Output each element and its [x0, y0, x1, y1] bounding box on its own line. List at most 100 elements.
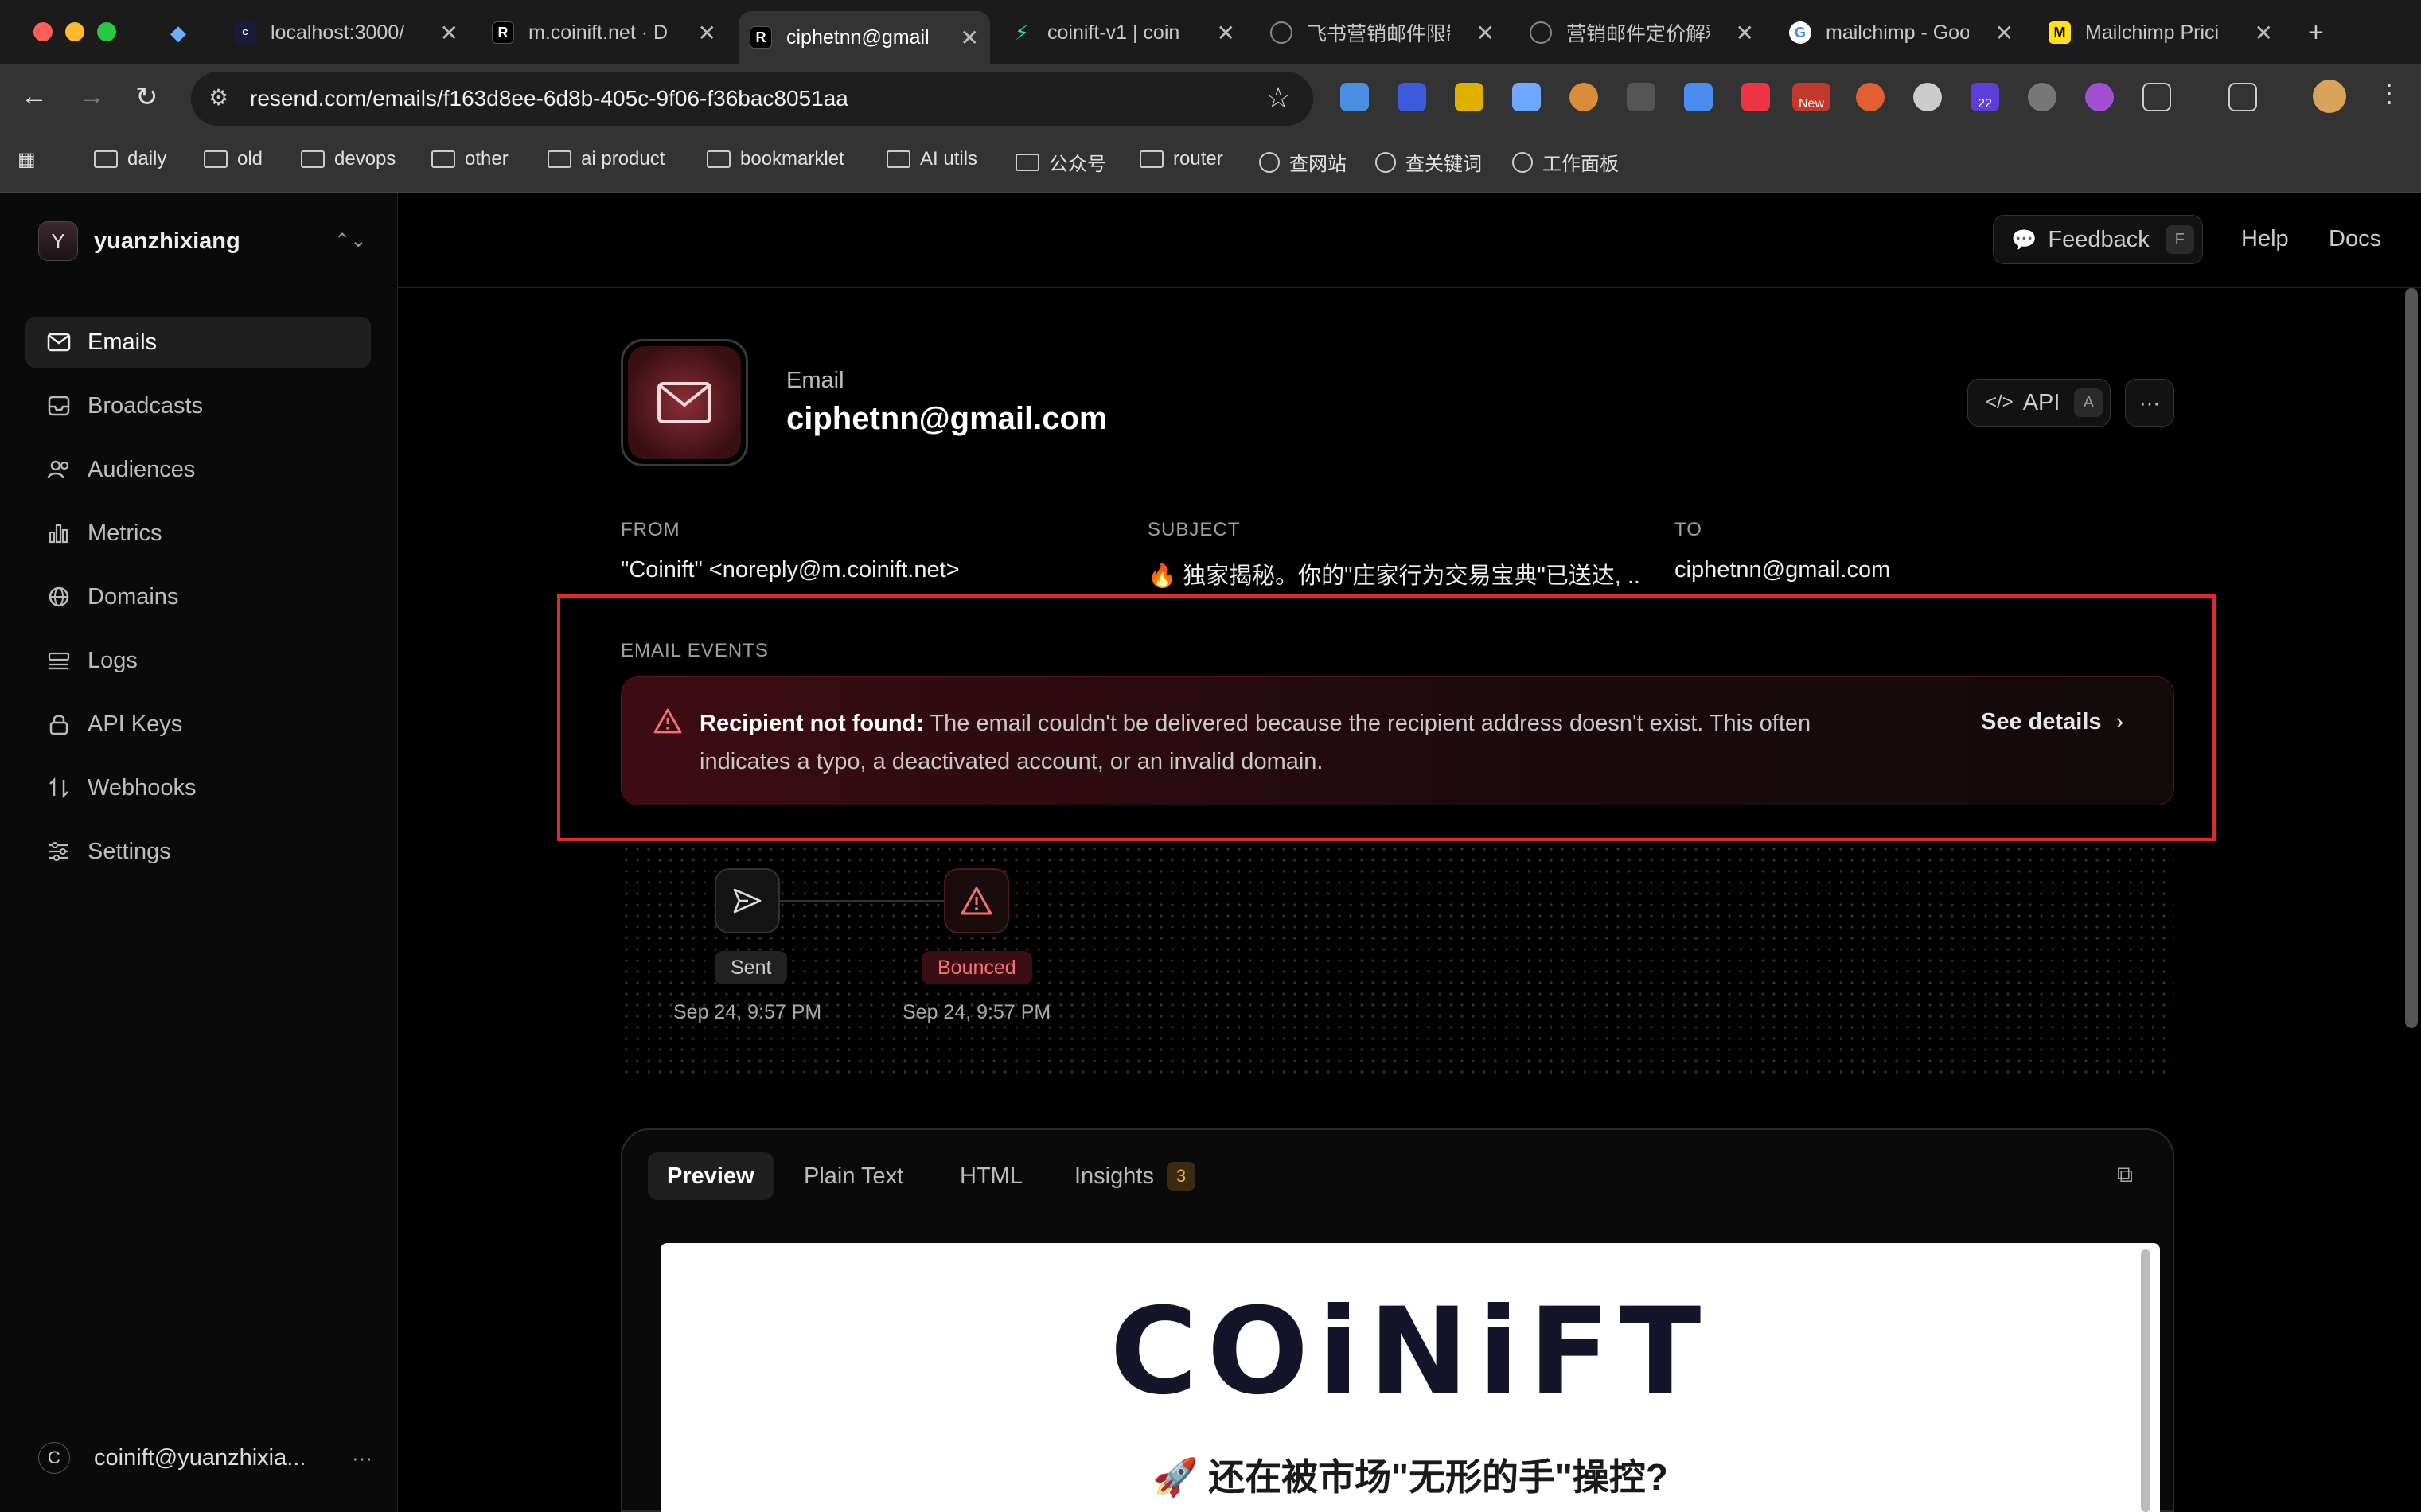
- extension-counter-badge[interactable]: 22: [1971, 83, 1999, 111]
- browser-tab[interactable]: ⚡ coinift-v1 | coin ✕: [1000, 11, 1246, 54]
- minimize-window-button[interactable]: [65, 22, 84, 41]
- sidebar-item-logs[interactable]: Logs: [25, 635, 371, 686]
- to-label: TO: [1674, 519, 1702, 540]
- bookmark-star-icon[interactable]: ☆: [1265, 81, 1291, 115]
- tab-insights[interactable]: Insights 3: [1055, 1152, 1214, 1200]
- close-tab-icon[interactable]: ✕: [1725, 20, 1754, 46]
- bookmark-folder[interactable]: bookmarklet: [707, 148, 844, 170]
- extension-t-icon[interactable]: [1741, 83, 1770, 111]
- account-menu[interactable]: C coinift@yuanzhixia... ···: [38, 1442, 372, 1474]
- chevron-up-down-icon[interactable]: ⌃⌄: [334, 229, 366, 252]
- browser-tab[interactable]: G mailchimp - Goo ✕: [1778, 11, 2025, 54]
- sidebar-item-api-keys[interactable]: API Keys: [25, 699, 371, 750]
- copy-icon[interactable]: ⧉: [2117, 1162, 2133, 1188]
- subject-label: SUBJECT: [1148, 519, 1241, 540]
- sidebar-item-domains[interactable]: Domains: [25, 571, 371, 622]
- browser-tab[interactable]: ◆: [156, 11, 212, 54]
- bookmark-folder[interactable]: daily: [94, 148, 166, 170]
- tab-html[interactable]: HTML: [941, 1152, 1042, 1200]
- sidebar-item-webhooks[interactable]: Webhooks: [25, 762, 371, 813]
- extension-cookie-icon[interactable]: [1569, 83, 1598, 111]
- browser-tab[interactable]: 营销邮件定价解释 ✕: [1518, 11, 1765, 54]
- sidebar-item-broadcasts[interactable]: Broadcasts: [25, 380, 371, 431]
- browser-tab[interactable]: C localhost:3000/ ✕: [223, 11, 470, 54]
- close-tab-icon[interactable]: ✕: [1465, 20, 1495, 46]
- forward-icon[interactable]: →: [78, 81, 105, 112]
- sidebar-item-settings[interactable]: Settings: [25, 826, 371, 877]
- sent-event-node[interactable]: [715, 868, 780, 933]
- close-tab-icon[interactable]: ✕: [949, 25, 979, 51]
- see-details-link[interactable]: See details ›: [1981, 709, 2123, 735]
- api-button[interactable]: </> API A: [1967, 379, 2111, 427]
- close-tab-icon[interactable]: ✕: [1984, 20, 2014, 46]
- browser-menu-icon[interactable]: ⋮: [2376, 78, 2402, 108]
- bookmark-folder[interactable]: devops: [301, 148, 396, 170]
- bookmark-folder[interactable]: old: [204, 148, 263, 170]
- tab-preview[interactable]: Preview: [648, 1152, 774, 1200]
- bookmark-folder[interactable]: AI utils: [887, 148, 977, 170]
- extensions-puzzle-icon[interactable]: [2142, 83, 2171, 111]
- docs-link[interactable]: Docs: [2329, 226, 2381, 252]
- close-tab-icon[interactable]: ✕: [429, 20, 458, 46]
- sidebar-item-metrics[interactable]: Metrics: [25, 508, 371, 559]
- extension-tdk-icon[interactable]: [1398, 83, 1426, 111]
- browser-tab-active[interactable]: R ciphetnn@gmail ✕: [739, 11, 990, 64]
- more-actions-button[interactable]: ···: [2125, 379, 2174, 427]
- extension-hand-icon[interactable]: [2028, 83, 2056, 111]
- reload-icon[interactable]: ↻: [135, 81, 158, 113]
- maximize-window-button[interactable]: [97, 22, 116, 41]
- extension-file-icon[interactable]: [1684, 83, 1713, 111]
- status-badge: Sent: [715, 951, 788, 984]
- extension-gem-icon[interactable]: [1340, 83, 1369, 111]
- help-link[interactable]: Help: [2241, 226, 2289, 252]
- address-bar[interactable]: ⚙ resend.com/emails/f163d8ee-6d8b-405c-9…: [191, 72, 1313, 126]
- google-icon: G: [1789, 21, 1811, 44]
- folder-icon: [707, 150, 731, 168]
- back-icon[interactable]: ←: [21, 81, 48, 112]
- extension-cloud-icon[interactable]: [1913, 83, 1942, 111]
- bookmark-folder[interactable]: other: [431, 148, 509, 170]
- account-avatar: C: [38, 1442, 70, 1474]
- extension-new-badge[interactable]: New: [1792, 83, 1830, 111]
- page-scrollbar[interactable]: [2405, 288, 2418, 1028]
- apps-grid-icon[interactable]: ▦: [18, 148, 36, 171]
- bookmark-folder[interactable]: ai product: [548, 148, 665, 170]
- sliders-icon: [46, 840, 72, 863]
- bookmark-link[interactable]: 查关键词: [1375, 148, 1482, 176]
- extension-chess-icon[interactable]: [1856, 83, 1885, 111]
- close-window-button[interactable]: [33, 22, 53, 41]
- bookmark-folder[interactable]: 公众号: [1016, 148, 1106, 176]
- site-info-icon[interactable]: ⚙: [209, 84, 228, 111]
- browser-tab[interactable]: R m.coinift.net · D ✕: [481, 11, 727, 54]
- close-tab-icon[interactable]: ✕: [1206, 20, 1235, 46]
- bookmark-link[interactable]: 工作面板: [1512, 148, 1619, 176]
- close-tab-icon[interactable]: ✕: [687, 20, 716, 46]
- folder-icon: [1140, 150, 1164, 168]
- tab-plain-text[interactable]: Plain Text: [785, 1152, 922, 1200]
- profile-avatar[interactable]: [2313, 80, 2346, 113]
- close-tab-icon[interactable]: ✕: [2244, 20, 2273, 46]
- globe-icon: [46, 585, 72, 609]
- browser-tab[interactable]: 飞书营销邮件限制 ✕: [1259, 11, 1506, 54]
- resend-icon: R: [750, 26, 772, 49]
- workspace-switcher[interactable]: Y yuanzhixiang: [38, 221, 240, 261]
- bookmark-folder[interactable]: router: [1140, 148, 1223, 170]
- sidebar: Y yuanzhixiang ⌃⌄ Emails Broadcasts Audi…: [0, 193, 398, 1512]
- bookmark-link[interactable]: 查网站: [1259, 148, 1347, 176]
- new-tab-icon[interactable]: +: [2297, 11, 2345, 54]
- extension-glasses-icon[interactable]: [1627, 83, 1655, 111]
- more-icon[interactable]: ···: [352, 1446, 372, 1471]
- sidebar-item-emails[interactable]: Emails: [25, 317, 371, 368]
- extension-doc-icon[interactable]: [1512, 83, 1541, 111]
- reading-list-icon[interactable]: [2228, 83, 2257, 111]
- browser-tab[interactable]: M Mailchimp Prici ✕: [2037, 11, 2284, 54]
- preview-scrollbar[interactable]: [2141, 1249, 2150, 1512]
- extension-brain-icon[interactable]: [2085, 83, 2114, 111]
- envelope-icon: [657, 382, 711, 423]
- sidebar-item-audiences[interactable]: Audiences: [25, 444, 371, 495]
- workspace-avatar: Y: [38, 221, 78, 261]
- bounced-event-node[interactable]: [944, 868, 1009, 933]
- extension-folder-icon[interactable]: [1455, 83, 1483, 111]
- feedback-button[interactable]: 💬 Feedback F: [1993, 215, 2203, 264]
- folder-icon: [301, 150, 325, 168]
